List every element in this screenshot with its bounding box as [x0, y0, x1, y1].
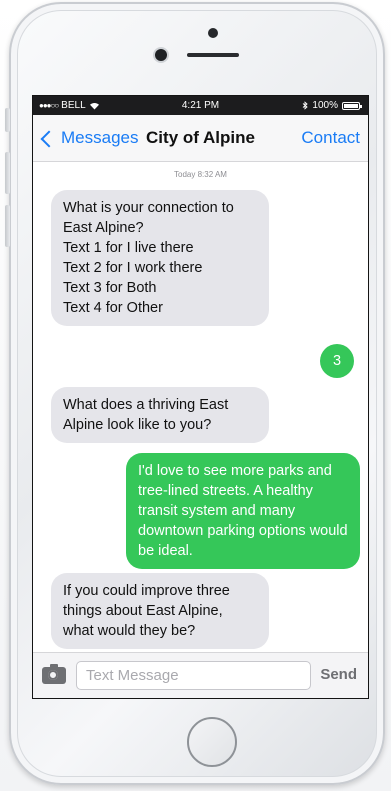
bluetooth-icon	[303, 101, 309, 110]
status-right-group: 100%	[302, 100, 362, 111]
messages-app: Messages City of Alpine Contact Today 8:…	[33, 115, 368, 698]
send-button[interactable]: Send	[320, 666, 357, 683]
message-composer: Send	[33, 652, 368, 698]
message-thread[interactable]: Today 8:32 AM What is your connection to…	[33, 162, 368, 654]
battery-percent: 100%	[312, 100, 338, 111]
contact-button[interactable]: Contact	[301, 128, 360, 148]
mute-switch	[5, 108, 10, 132]
message-input[interactable]	[76, 661, 311, 690]
status-bar: ●●●○○ BELL 4:21 PM 100%	[33, 96, 368, 115]
battery-icon	[342, 101, 362, 110]
front-camera	[155, 49, 167, 61]
message-bubble-incoming[interactable]: What is your connection to East Alpine? …	[51, 190, 269, 326]
phone-screen: ●●●○○ BELL 4:21 PM 100% Messages City of…	[32, 95, 369, 699]
stage: ●●●○○ BELL 4:21 PM 100% Messages City of…	[0, 0, 391, 791]
message-bubble-incoming[interactable]: If you could improve three things about …	[51, 573, 269, 649]
message-bubble-outgoing[interactable]: 3	[320, 344, 354, 378]
message-bubble-incoming[interactable]: What does a thriving East Alpine look li…	[51, 387, 269, 443]
message-bubble-outgoing[interactable]: I'd love to see more parks and tree-line…	[126, 453, 360, 569]
volume-down-button	[5, 205, 10, 247]
thread-timestamp: Today 8:32 AM	[174, 170, 227, 179]
camera-icon[interactable]	[42, 664, 66, 684]
proximity-sensor	[208, 28, 218, 38]
earpiece-speaker	[187, 53, 239, 57]
home-button[interactable]	[187, 717, 237, 767]
volume-up-button	[5, 152, 10, 194]
navigation-bar: Messages City of Alpine Contact	[33, 115, 368, 162]
